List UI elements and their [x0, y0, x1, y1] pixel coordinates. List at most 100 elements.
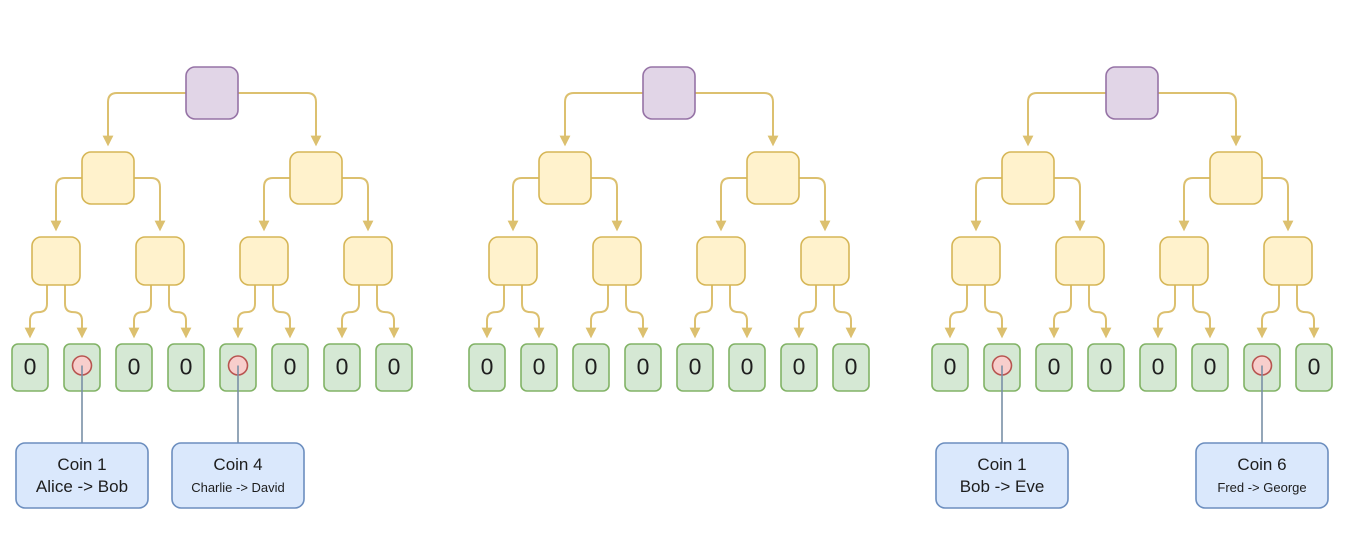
tree-1-edge-l1-1-left	[258, 177, 290, 232]
tree-1-root-node[interactable]	[185, 66, 239, 120]
tree-2-leaf-5-value: 0	[741, 354, 754, 380]
tree-3-coin-box-0[interactable]: Coin 1 Bob -> Eve	[935, 442, 1069, 509]
tree-3-edge-l2-2-right	[1192, 285, 1216, 339]
marker-lines-layer	[81, 365, 1263, 443]
tree-3-edge-l2-0-left	[944, 285, 968, 339]
tree-3-coin-box-0-rect[interactable]	[935, 442, 1069, 509]
tree-1-coin-box-0[interactable]: Coin 1 Alice -> Bob	[15, 442, 149, 509]
tree-1-edge-l2-2-left	[232, 285, 256, 339]
tree-3-edge-l1-0-left	[970, 177, 1002, 232]
tree-3-edge-root-left	[1022, 92, 1106, 147]
tree-3-leaf-2-value: 0	[1048, 354, 1061, 380]
tree-1-edge-l2-0-right	[64, 285, 88, 339]
tree-2-leaf-4-value: 0	[689, 354, 702, 380]
tree-3-level2-node-3[interactable]	[1263, 236, 1313, 286]
tree-1-coin-1-title: Coin 4	[213, 455, 262, 474]
tree-1-edge-l2-3-left	[336, 285, 360, 339]
tree-2-level2-node-1[interactable]	[592, 236, 642, 286]
tree-1-leaf-7-value: 0	[388, 354, 401, 380]
tree-2-edge-l2-2-left	[689, 285, 713, 339]
tree-2-leaf-6-value: 0	[793, 354, 806, 380]
tree-3-edge-l2-1-right	[1088, 285, 1112, 339]
tree-2-level1-node-1[interactable]	[746, 151, 800, 205]
tree-2-edge-l2-1-right	[625, 285, 649, 339]
tree-1-level1-node-0[interactable]	[81, 151, 135, 205]
tree-3-coin-0-title: Coin 1	[977, 455, 1026, 474]
tree-1-edge-l1-0-left	[50, 177, 82, 232]
tree-1-leaf-5-value: 0	[284, 354, 297, 380]
tree-3-coin-1-title: Coin 6	[1237, 455, 1286, 474]
nodes-layer: 0 0 0 0 0 0 0 0 0 0 0 0 0 0 0 0 0 0 0 0	[11, 66, 1333, 392]
tree-1-edge-l1-0-right	[134, 177, 166, 232]
tree-1-coin-0-title: Coin 1	[57, 455, 106, 474]
tree-3-coin-0-transfer: Bob -> Eve	[960, 477, 1045, 496]
tree-3-edge-root-right	[1158, 92, 1242, 147]
tree-1-level2-node-1[interactable]	[135, 236, 185, 286]
tree-2-leaf-1-value: 0	[533, 354, 546, 380]
tree-3-edge-l2-2-left	[1152, 285, 1176, 339]
tree-2-edge-l1-0-right	[591, 177, 623, 232]
tree-1-coin-0-transfer: Alice -> Bob	[36, 477, 128, 496]
tree-3-leaf-4-value: 0	[1152, 354, 1165, 380]
tree-1-level1-node-1[interactable]	[289, 151, 343, 205]
tree-3-coin-box-1[interactable]: Coin 6 Fred -> George	[1195, 442, 1329, 509]
tree-3-edge-l1-1-right	[1262, 177, 1294, 232]
tree-3-edge-l2-0-right	[984, 285, 1008, 339]
tree-1-edge-l2-0-left	[24, 285, 48, 339]
tree-2-edge-l1-1-right	[799, 177, 831, 232]
tree-2-leaf-2-value: 0	[585, 354, 598, 380]
tree-3-root-node[interactable]	[1105, 66, 1159, 120]
diagram-canvas: 00000000000000000000 Coin 1 Alice -> Bob C…	[0, 0, 1368, 547]
tree-1-coin-box-1[interactable]: Coin 4 Charlie -> David	[171, 442, 305, 509]
tree-2-edge-root-left	[559, 92, 643, 147]
tree-2-leaf-7-value: 0	[845, 354, 858, 380]
tree-3-leaf-5-value: 0	[1204, 354, 1217, 380]
tree-2-leaf-0-value: 0	[481, 354, 494, 380]
tree-2-leaf-3-value: 0	[637, 354, 650, 380]
tree-2-level2-node-3[interactable]	[800, 236, 850, 286]
tree-2-level1-node-0[interactable]	[538, 151, 592, 205]
tree-2-edge-l2-0-left	[481, 285, 505, 339]
tree-1-edge-l2-1-left	[128, 285, 152, 339]
tree-1-level2-node-0[interactable]	[31, 236, 81, 286]
tree-3-level2-node-1[interactable]	[1055, 236, 1105, 286]
tree-1-edge-l2-3-right	[376, 285, 400, 339]
tree-2-edge-l2-3-right	[833, 285, 857, 339]
tree-3-coin-box-1-rect[interactable]	[1195, 442, 1329, 509]
tree-2-edge-l2-2-right	[729, 285, 753, 339]
tree-2-root-node[interactable]	[642, 66, 696, 120]
tree-1-coin-box-0-rect[interactable]	[15, 442, 149, 509]
tree-1-leaf-3-value: 0	[180, 354, 193, 380]
diagram-svg: 00000000000000000000 Coin 1Alice -> BobC…	[11, 66, 1333, 509]
tree-1-edge-l2-2-right	[272, 285, 296, 339]
tree-3-level1-node-1[interactable]	[1209, 151, 1263, 205]
edges-layer	[24, 92, 1320, 339]
tree-2-edge-l2-1-left	[585, 285, 609, 339]
tree-2-level2-node-0[interactable]	[488, 236, 538, 286]
tree-1-leaf-6-value: 0	[336, 354, 349, 380]
tree-2-edge-l1-1-left	[715, 177, 747, 232]
tree-1-coin-1-transfer: Charlie -> David	[191, 480, 285, 495]
tree-3-level2-node-0[interactable]	[951, 236, 1001, 286]
coin-boxes-layer: Coin 1 Alice -> Bob Coin 4 Charlie -> David…	[15, 442, 1329, 509]
tree-3-edge-l2-3-right	[1296, 285, 1320, 339]
tree-2-level2-node-2[interactable]	[696, 236, 746, 286]
tree-2-edge-l2-0-right	[521, 285, 545, 339]
tree-3-edge-l2-3-left	[1256, 285, 1280, 339]
tree-3-level1-node-0[interactable]	[1001, 151, 1055, 205]
tree-3-edge-l2-1-left	[1048, 285, 1072, 339]
tree-1-edge-root-right	[238, 92, 322, 147]
tree-3-leaf-7-value: 0	[1308, 354, 1321, 380]
tree-3-edge-l1-0-right	[1054, 177, 1086, 232]
tree-1-coin-box-1-rect[interactable]	[171, 442, 305, 509]
tree-2-edge-l1-0-left	[507, 177, 539, 232]
tree-3-edge-l1-1-left	[1178, 177, 1210, 232]
tree-1-edge-l2-1-right	[168, 285, 192, 339]
tree-1-leaf-2-value: 0	[128, 354, 141, 380]
tree-1-leaf-0-value: 0	[24, 354, 37, 380]
tree-1-level2-node-3[interactable]	[343, 236, 393, 286]
tree-2-edge-root-right	[695, 92, 779, 147]
tree-3-level2-node-2[interactable]	[1159, 236, 1209, 286]
tree-1-level2-node-2[interactable]	[239, 236, 289, 286]
tree-3-coin-1-transfer: Fred -> George	[1217, 480, 1306, 495]
